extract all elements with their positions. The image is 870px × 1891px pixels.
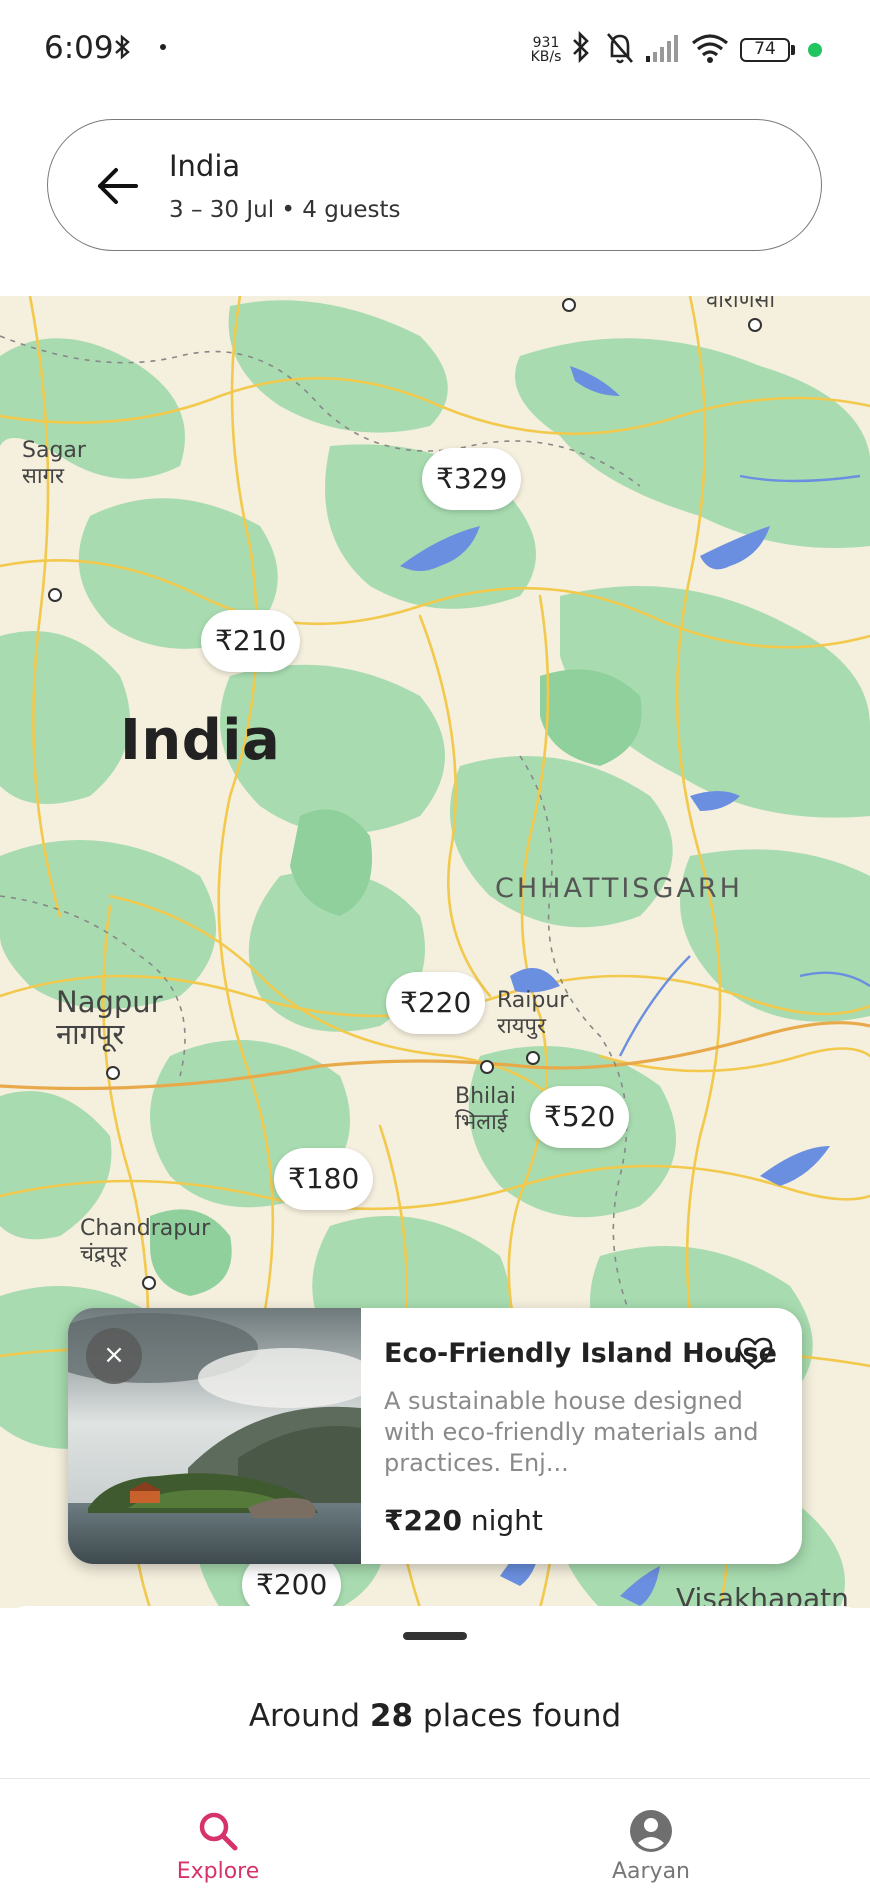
map-label-bhilai: Bhilai भिलाई [455,1084,516,1136]
listing-card[interactable]: × Eco-Friendly Island House A sustainabl… [68,1308,802,1564]
map-label-chandrapur-hi: चंद्रपूर [80,1242,128,1267]
results-prefix: Around [248,1698,361,1734]
sheet-drag-handle[interactable] [403,1632,467,1640]
price-marker[interactable]: ₹329 [422,448,522,510]
notification-dot [160,44,166,50]
close-card-button[interactable]: × [86,1328,142,1384]
favorite-heart-icon[interactable] [735,1334,775,1374]
city-marker-chandrapur [142,1276,156,1290]
city-marker-varanasi [748,318,762,332]
map-label-visakhapatnam: Visakhapatn [676,1582,849,1609]
nav-explore-label: Explore [176,1859,260,1884]
map-label-raipur-hi: रायपुर [497,1014,546,1039]
wifi-icon [691,34,729,63]
results-sheet[interactable]: Around 28 places found [0,1606,870,1778]
mute-bell-icon [607,33,633,64]
price-marker[interactable]: ₹180 [274,1148,374,1210]
map-label-state: CHHATTISGARH [495,873,743,904]
results-count: Around 28 places found [0,1698,870,1734]
network-rate-unit: KB/s [530,49,562,65]
privacy-dot [808,43,822,57]
bluetooth-icon [573,30,589,64]
network-rate: 931 KB/s [528,36,564,64]
battery-indicator: 74 [740,38,790,62]
price-marker[interactable]: ₹210 [201,610,301,672]
listing-price: ₹220 night [384,1504,543,1537]
city-marker-raipur [526,1051,540,1065]
battery-tip [791,45,795,55]
map-label-country: India [120,708,281,773]
price-marker[interactable]: ₹220 [386,972,486,1034]
account-circle-icon [630,1810,672,1852]
price-marker[interactable]: ₹520 [530,1086,630,1148]
map-label-raipur: Raipur रायपुर [497,988,568,1040]
nav-explore[interactable]: Explore [118,1779,318,1891]
network-rate-value: 931 [532,35,560,51]
listing-price-unit: night [470,1504,543,1537]
map-label-bhilai-en: Bhilai [455,1084,516,1109]
search-location: India [169,149,241,183]
map-label-nagpur-hi: नागपूर [56,1017,125,1051]
map-label-chandrapur: Chandrapur चंद्रपूर [80,1216,210,1268]
listing-description: A sustainable house designed with eco-fr… [384,1387,759,1477]
results-number: 28 [369,1698,414,1734]
search-dates-guests: 3 – 30 Jul • 4 guests [169,197,401,223]
map-label-sagar-hi: सागर [22,464,64,489]
bottom-nav: Explore Aaryan [0,1778,870,1891]
signal-icon [646,35,678,62]
bluetooth-icon [115,34,130,60]
map-label-sagar: Sagar सागर [22,438,86,490]
map-label-raipur-en: Raipur [497,988,569,1013]
city-marker-bhilai [480,1060,494,1074]
search-icon [199,1812,238,1851]
city-marker-nagpur [106,1066,120,1080]
map-label-nagpur: Nagpur नागपूर [56,986,163,1050]
map-label-varanasi: वाराणसी [706,296,776,313]
listing-price-value: ₹220 [384,1504,462,1537]
map-label-bhilai-hi: भिलाई [455,1110,508,1135]
nav-profile-label: Aaryan [611,1859,691,1884]
back-arrow-icon[interactable] [92,160,144,212]
city-marker-sagar [48,588,62,602]
status-time: 6:09 [44,30,114,66]
map-label-sagar-en: Sagar [22,438,86,463]
listing-title: Eco-Friendly Island House [384,1338,777,1369]
results-suffix: places found [422,1698,622,1734]
map-label-chandrapur-en: Chandrapur [80,1216,211,1241]
map-label-nagpur-en: Nagpur [56,985,163,1019]
nav-profile[interactable]: Aaryan [551,1779,751,1891]
city-marker [562,298,576,312]
search-summary-bar[interactable]: India 3 – 30 Jul • 4 guests [47,119,822,251]
status-bar: 6:09 931 KB/s 74 [0,0,870,100]
